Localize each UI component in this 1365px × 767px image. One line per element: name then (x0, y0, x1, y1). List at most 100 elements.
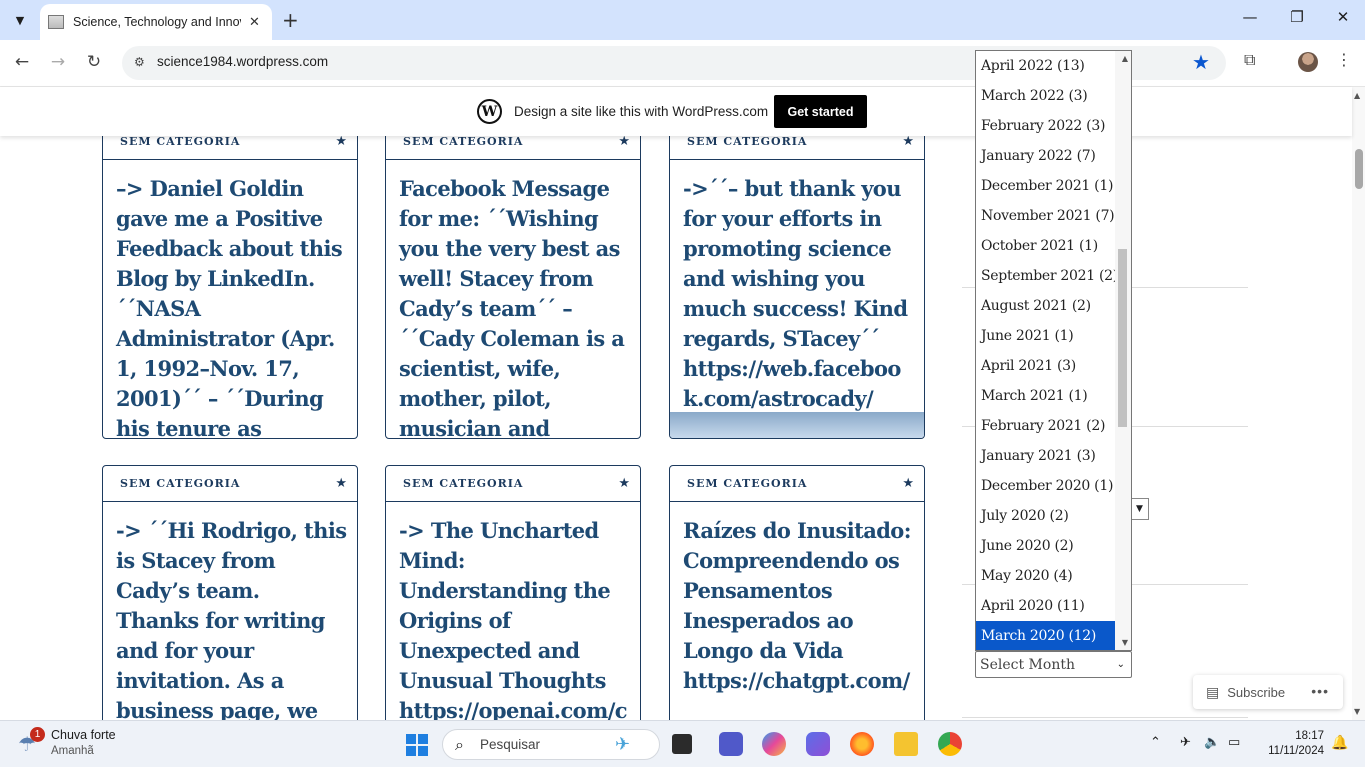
archive-option[interactable]: June 2020 (2) (976, 531, 1116, 561)
subscribe-label: Subscribe (1227, 684, 1286, 700)
forward-arrow-icon[interactable]: → (46, 52, 70, 72)
scroll-up-arrow-icon[interactable]: ▲ (1122, 54, 1128, 63)
card-category[interactable]: SEM CATEGORIA (403, 477, 523, 490)
weather-badge: 1 (30, 727, 45, 742)
archive-dropdown-list[interactable]: April 2022 (13) March 2022 (3) February … (975, 50, 1132, 651)
system-clock[interactable]: 18:17 11/11/2024 (1262, 729, 1324, 759)
tab-favicon-icon (48, 15, 64, 29)
archive-option[interactable]: March 2022 (3) (976, 81, 1116, 111)
reload-icon[interactable]: ↻ (82, 52, 106, 72)
card-category[interactable]: SEM CATEGORIA (120, 477, 240, 490)
page-scroll-up-icon[interactable]: ▲ (1354, 91, 1360, 100)
new-tab-plus-icon[interactable]: + (282, 8, 299, 32)
minimize-icon[interactable]: — (1238, 8, 1262, 26)
taskbar-search[interactable]: ⌕ Pesquisar ✈ (442, 729, 660, 760)
weather-title[interactable]: Chuva forte (51, 728, 116, 742)
archive-option[interactable]: September 2021 (2) (976, 261, 1118, 291)
page-scrollbar[interactable]: ▲ ▼ (1352, 87, 1365, 720)
card-thumbnail[interactable] (670, 412, 924, 438)
battery-icon[interactable]: ▭ (1228, 735, 1240, 750)
volume-icon[interactable]: 🔈 (1204, 735, 1220, 750)
archive-option[interactable]: August 2021 (2) (976, 291, 1116, 321)
card-category[interactable]: SEM CATEGORIA (687, 135, 807, 148)
card-category[interactable]: SEM CATEGORIA (687, 477, 807, 490)
task-view-icon[interactable] (672, 734, 692, 754)
url-text[interactable]: science1984.wordpress.com (157, 54, 328, 69)
card-category[interactable]: SEM CATEGORIA (120, 135, 240, 148)
office-hub-icon[interactable] (806, 732, 830, 756)
archive-option[interactable]: December 2021 (1) (976, 171, 1116, 201)
chrome-icon[interactable] (938, 732, 962, 756)
reader-icon: ▤ (1206, 683, 1220, 700)
post-card[interactable]: SEM CATEGORIA ★ Facebook Message for me:… (385, 123, 641, 439)
wordpress-logo-icon[interactable]: W (477, 99, 502, 124)
sticky-star-icon: ★ (618, 476, 630, 491)
profile-avatar[interactable] (1298, 52, 1318, 72)
sticky-star-icon: ★ (902, 476, 914, 491)
notification-bell-icon[interactable]: 🔔 (1331, 735, 1348, 751)
scroll-down-arrow-icon[interactable]: ▼ (1122, 638, 1128, 647)
archive-option[interactable]: July 2020 (2) (976, 501, 1116, 531)
get-started-button[interactable]: Get started (774, 95, 867, 128)
sidebar-select-caret-icon[interactable]: ▼ (1131, 498, 1149, 520)
close-window-icon[interactable]: ✕ (1331, 8, 1355, 26)
tray-chevron-icon[interactable]: ⌃ (1150, 735, 1161, 750)
back-arrow-icon[interactable]: ← (10, 52, 34, 72)
dropdown-scrollbar[interactable]: ▲ ▼ (1115, 51, 1131, 650)
site-info-icon[interactable]: ⚙ (134, 55, 150, 71)
archive-option[interactable]: June 2021 (1) (976, 321, 1116, 351)
archive-option[interactable]: March 2021 (1) (976, 381, 1116, 411)
search-icon: ⌕ (455, 735, 464, 754)
archive-month-select[interactable]: Select Month ⌄ (975, 651, 1132, 678)
close-tab-icon[interactable]: ✕ (249, 15, 260, 30)
archive-option[interactable]: April 2020 (11) (976, 591, 1116, 621)
extensions-puzzle-icon[interactable]: ⧉ (1244, 50, 1255, 70)
card-title[interactable]: -> The Uncharted Mind: Understanding the… (386, 502, 640, 720)
page-scroll-down-icon[interactable]: ▼ (1354, 707, 1360, 716)
card-title[interactable]: –> Daniel Goldin gave me a Positive Feed… (103, 160, 357, 438)
sticky-star-icon: ★ (335, 134, 347, 149)
card-title[interactable]: Raízes do Inusitado: Compreendendo os Pe… (670, 502, 924, 696)
banner-text[interactable]: Design a site like this with WordPress.c… (514, 104, 768, 119)
archive-option-selected[interactable]: March 2020 (12) (976, 621, 1116, 650)
archive-option[interactable]: December 2020 (1) (976, 471, 1116, 501)
archive-option[interactable]: April 2022 (13) (976, 51, 1116, 81)
archive-option[interactable]: April 2021 (3) (976, 351, 1116, 381)
sidebar-divider (962, 717, 1248, 718)
more-dots-icon[interactable]: ••• (1311, 683, 1329, 699)
archive-option[interactable]: January 2021 (3) (976, 441, 1116, 471)
airplane-mode-icon[interactable]: ✈ (1180, 735, 1191, 750)
card-title[interactable]: ->´´– but thank you for your efforts in … (670, 160, 924, 438)
dropdown-scroll-thumb[interactable] (1118, 249, 1127, 427)
page-scroll-thumb[interactable] (1355, 149, 1363, 189)
sticky-star-icon: ★ (618, 134, 630, 149)
browser-tab[interactable]: Science, Technology and Innovation ✕ (40, 4, 272, 40)
archive-option[interactable]: November 2021 (7) (976, 201, 1116, 231)
firefox-icon[interactable] (850, 732, 874, 756)
browser-toolbar: ← → ↻ ⚙ science1984.wordpress.com ★ ⧉ ⋮ (0, 40, 1365, 87)
post-card[interactable]: SEM CATEGORIA ★ ->´´– but thank you for … (669, 123, 925, 439)
archive-option[interactable]: October 2021 (1) (976, 231, 1116, 261)
file-explorer-icon[interactable] (894, 732, 918, 756)
bookmark-star-icon[interactable]: ★ (1192, 50, 1210, 74)
archive-option[interactable]: February 2021 (2) (976, 411, 1116, 441)
subscribe-button[interactable]: ▤ Subscribe ••• (1193, 675, 1343, 709)
archive-option[interactable]: February 2022 (3) (976, 111, 1116, 141)
browser-menu-kebab-icon[interactable]: ⋮ (1336, 50, 1352, 69)
tab-search-chevron-icon[interactable]: ▼ (8, 8, 32, 32)
start-windows-icon[interactable] (406, 734, 428, 756)
weather-subtitle[interactable]: Amanhã (51, 745, 94, 757)
post-card[interactable]: SEM CATEGORIA ★ -> The Uncharted Mind: U… (385, 465, 641, 720)
copilot-icon[interactable] (762, 732, 786, 756)
card-category[interactable]: SEM CATEGORIA (403, 135, 523, 148)
archive-option[interactable]: May 2020 (4) (976, 561, 1116, 591)
teams-icon[interactable] (719, 732, 743, 756)
card-title[interactable]: Facebook Message for me: ´´Wishing you t… (386, 160, 640, 438)
post-card[interactable]: SEM CATEGORIA ★ –> Daniel Goldin gave me… (102, 123, 358, 439)
card-title[interactable]: -> ´´Hi Rodrigo, this is Stacey from Cad… (103, 502, 357, 720)
card-header: SEM CATEGORIA ★ (103, 466, 357, 502)
restore-icon[interactable]: ❐ (1285, 8, 1309, 26)
post-card[interactable]: SEM CATEGORIA ★ Raízes do Inusitado: Com… (669, 465, 925, 720)
post-card[interactable]: SEM CATEGORIA ★ -> ´´Hi Rodrigo, this is… (102, 465, 358, 720)
archive-option[interactable]: January 2022 (7) (976, 141, 1116, 171)
